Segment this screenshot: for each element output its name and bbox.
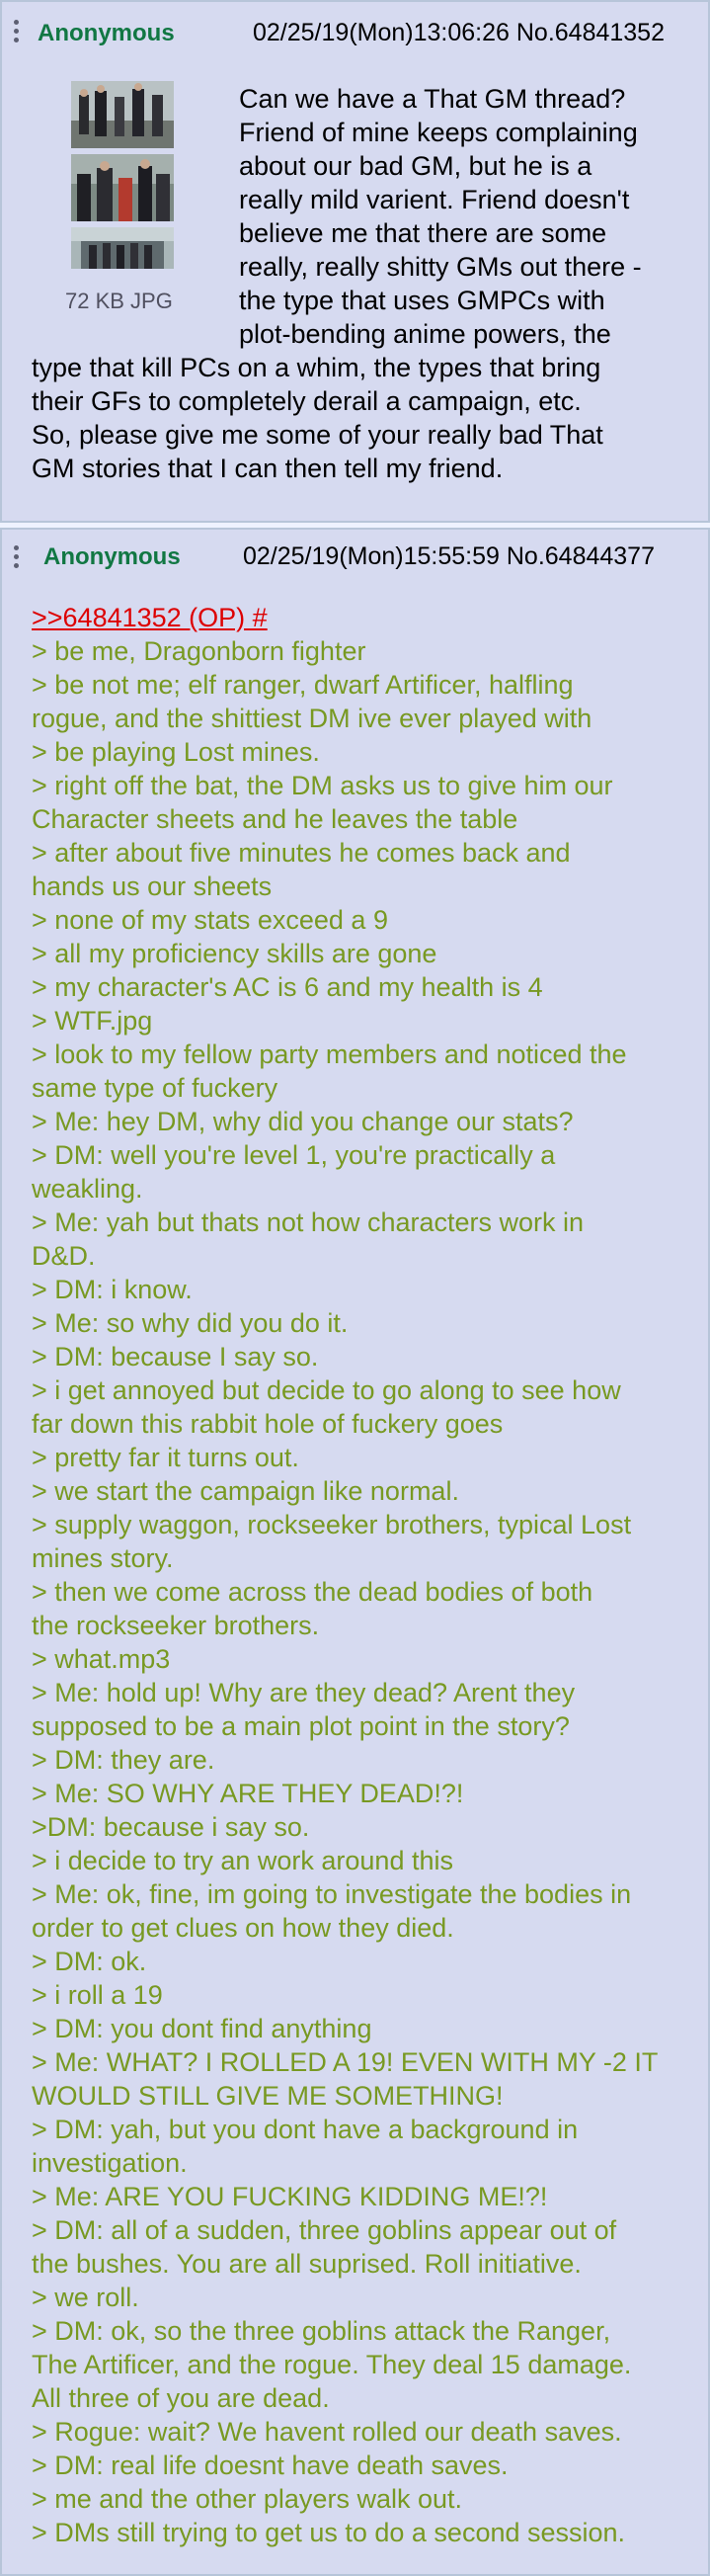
post-body-line: plot-bending anime powers, the [239, 319, 611, 349]
greentext-line: the bushes. You are all suprised. Roll i… [32, 2249, 582, 2279]
quote-link-op[interactable]: >>64841352 (OP) # [32, 603, 268, 632]
greentext-line: > be not me; elf ranger, dwarf Artificer… [32, 670, 574, 700]
post-body-line: the type that uses GMPCs with [239, 286, 605, 315]
greentext-line: D&D. [32, 1241, 96, 1271]
post-header: Anonymous 02/25/19(Mon)15:55:59 No.64844… [2, 530, 708, 591]
post-body-line: type that kill PCs on a whim, the types … [32, 353, 601, 382]
greentext-line: > be me, Dragonborn fighter [32, 636, 366, 666]
greentext-line: > DM: they are. [32, 1745, 215, 1775]
greentext-line: > DM: you dont find anything [32, 2014, 372, 2043]
greentext-line: far down this rabbit hole of fuckery goe… [32, 1409, 504, 1439]
greentext-line: > DM: all of a sudden, three goblins app… [32, 2215, 617, 2245]
greentext-line: > DM: i know. [32, 1275, 193, 1304]
greentext-line: > after about five minutes he comes back… [32, 838, 571, 868]
thumbnail-image-middle [71, 154, 174, 221]
post-body-line: believe me that there are some [239, 218, 607, 248]
greentext-line: > i roll a 19 [32, 1980, 163, 2010]
greentext-line: All three of you are dead. [32, 2383, 330, 2413]
greentext-line: > DM: real life doesnt have death saves. [32, 2451, 509, 2480]
greentext-line: > DM: ok. [32, 1947, 147, 1976]
greentext-line: > Me: yah but thats not how characters w… [32, 1207, 585, 1237]
greentext-line: hands us our sheets [32, 872, 273, 901]
greentext-line: Character sheets and he leaves the table [32, 804, 518, 834]
file-size-label: 72 KB JPG [65, 289, 173, 313]
greentext-line: > DMs still trying to get us to do a sec… [32, 2518, 626, 2547]
greentext-line: investigation. [32, 2148, 188, 2178]
greentext-line: supposed to be a main plot point in the … [32, 1711, 570, 1741]
poster-name: Anonymous [43, 543, 181, 570]
greentext-line: > be playing Lost mines. [32, 737, 320, 767]
post-datetime-number[interactable]: 02/25/19(Mon)13:06:26 No.64841352 [253, 19, 665, 47]
greentext-line: > WTF.jpg [32, 1006, 153, 1036]
post-body-line: Friend of mine keeps complaining [239, 118, 638, 147]
post-body-line: their GFs to completely derail a campaig… [32, 386, 582, 416]
post-body-line: So, please give me some of your really b… [32, 420, 603, 450]
greentext-line: The Artificer, and the rogue. They deal … [32, 2350, 632, 2379]
greentext-line: > right off the bat, the DM asks us to g… [32, 771, 613, 800]
greentext-line: same type of fuckery [32, 1073, 278, 1103]
greentext-line: > we roll. [32, 2283, 139, 2312]
greentext-line: >DM: because i say so. [32, 1812, 310, 1842]
greentext-line: order to get clues on how they died. [32, 1913, 454, 1943]
menu-dots-icon[interactable] [14, 545, 20, 572]
greentext-line: > we start the campaign like normal. [32, 1476, 459, 1506]
greentext-line: > Me: ARE YOU FUCKING KIDDING ME!?! [32, 2182, 548, 2211]
greentext-line: > Me: so why did you do it. [32, 1308, 349, 1338]
greentext-line: > my character's AC is 6 and my health i… [32, 972, 543, 1002]
greentext-line: > then we come across the dead bodies of… [32, 1577, 593, 1607]
greentext-line: > all my proficiency skills are gone [32, 939, 437, 968]
greentext-line: > Me: hold up! Why are they dead? Arent … [32, 1678, 576, 1707]
greentext-line: > DM: because I say so. [32, 1342, 319, 1371]
greentext-line: rogue, and the shittiest DM ive ever pla… [32, 704, 592, 733]
greentext-line: > Rogue: wait? We havent rolled our deat… [32, 2417, 622, 2447]
post-body-line: really, really shitty GMs out there - [239, 252, 642, 282]
greentext-line: > Me: WHAT? I ROLLED A 19! EVEN WITH MY … [32, 2047, 659, 2077]
greentext-line: > DM: well you're level 1, you're practi… [32, 1140, 556, 1170]
poster-name: Anonymous [38, 20, 175, 46]
greentext-line: > pretty far it turns out. [32, 1443, 299, 1472]
greentext-line: WOULD STILL GIVE ME SOMETHING! [32, 2081, 504, 2111]
op-post: Anonymous 02/25/19(Mon)13:06:26 No.64841… [0, 0, 710, 523]
greentext-line: > Me: hey DM, why did you change our sta… [32, 1107, 574, 1136]
greentext-line: > me and the other players walk out. [32, 2484, 462, 2514]
thumbnail-image-top [71, 81, 174, 148]
greentext-line: > none of my stats exceed a 9 [32, 905, 388, 935]
greentext-line: > i get annoyed but decide to go along t… [32, 1375, 621, 1405]
post-body-line: about our bad GM, but he is a [239, 151, 592, 181]
greentext-line: > i decide to try an work around this [32, 1846, 453, 1875]
post-header: Anonymous 02/25/19(Mon)13:06:26 No.64841… [2, 2, 708, 63]
greentext-line: mines story. [32, 1543, 174, 1573]
thumbnail-image-bottom [71, 227, 174, 269]
menu-dots-icon[interactable] [14, 20, 20, 46]
greentext-line: > supply waggon, rockseeker brothers, ty… [32, 1510, 632, 1539]
greentext-line: > what.mp3 [32, 1644, 171, 1674]
greentext-line: > DM: yah, but you dont have a backgroun… [32, 2115, 579, 2144]
greentext-line: weakling. [32, 1174, 143, 1204]
greentext-line: > look to my fellow party members and no… [32, 1039, 627, 1069]
post-datetime-number[interactable]: 02/25/19(Mon)15:55:59 No.64844377 [243, 542, 655, 571]
post-body-line: really mild varient. Friend doesn't [239, 185, 630, 214]
post-body-line: Can we have a That GM thread? [239, 84, 626, 114]
post-body: >>64841352 (OP) # > be me, Dragonborn fi… [32, 601, 693, 2549]
greentext-line: the rockseeker brothers. [32, 1611, 320, 1640]
greentext-line: > Me: SO WHY ARE THEY DEAD!?! [32, 1779, 464, 1808]
greentext-line: > Me: ok, fine, im going to investigate … [32, 1879, 632, 1909]
reply-post: Anonymous 02/25/19(Mon)15:55:59 No.64844… [0, 528, 710, 2576]
greentext-line: > DM: ok, so the three goblins attack th… [32, 2316, 611, 2346]
post-body-line: GM stories that I can then tell my frien… [32, 454, 504, 483]
